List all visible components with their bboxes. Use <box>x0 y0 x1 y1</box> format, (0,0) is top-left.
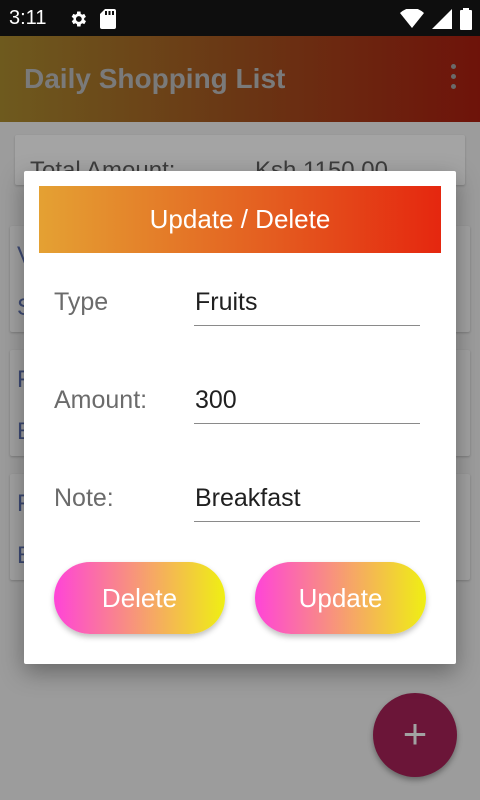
settings-gear-icon <box>68 9 88 34</box>
amount-field[interactable]: 300 <box>194 384 420 424</box>
note-field[interactable]: Breakfast <box>194 482 420 522</box>
update-delete-dialog: Update / Delete Type Fruits Amount: 300 … <box>24 171 456 664</box>
update-button[interactable]: Update <box>255 562 426 634</box>
type-label: Type <box>54 288 109 316</box>
wifi-icon <box>400 8 424 34</box>
amount-label: Amount: <box>54 386 148 414</box>
app-bar: Daily Shopping List <box>0 36 480 122</box>
cell-signal-icon <box>432 9 452 34</box>
sd-card-icon <box>100 9 116 34</box>
status-bar: 3:11 <box>0 0 480 36</box>
app-title: Daily Shopping List <box>24 63 286 94</box>
delete-button[interactable]: Delete <box>54 562 225 634</box>
overflow-menu-icon[interactable] <box>446 64 460 94</box>
battery-icon <box>460 8 472 35</box>
dialog-title: Update / Delete <box>39 186 441 253</box>
add-item-fab[interactable]: + <box>373 693 457 777</box>
type-field[interactable]: Fruits <box>194 286 420 326</box>
status-time: 3:11 <box>9 7 47 29</box>
note-label: Note: <box>54 484 114 512</box>
